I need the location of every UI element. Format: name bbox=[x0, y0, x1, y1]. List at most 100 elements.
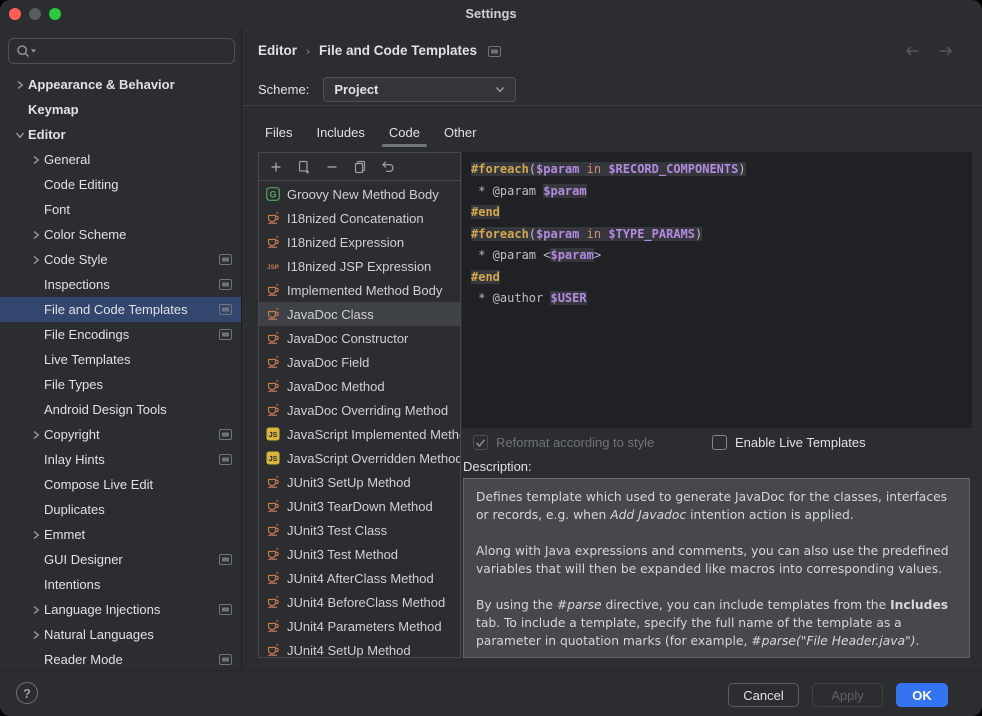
sidebar-item-inspections[interactable]: Inspections bbox=[0, 272, 241, 297]
add-template-button[interactable] bbox=[268, 159, 284, 175]
chevron-down-icon[interactable] bbox=[12, 131, 28, 139]
tab-other[interactable]: Other bbox=[444, 125, 477, 140]
chevron-right-icon[interactable] bbox=[28, 155, 44, 165]
chevron-right-icon[interactable] bbox=[28, 630, 44, 640]
sidebar-item-font[interactable]: Font bbox=[0, 197, 241, 222]
tab-files[interactable]: Files bbox=[265, 125, 292, 140]
template-item-label: JUnit4 Parameters Method bbox=[287, 619, 442, 634]
template-item-label: JUnit3 TearDown Method bbox=[287, 499, 433, 514]
search-input[interactable] bbox=[8, 38, 235, 64]
java-file-icon bbox=[266, 595, 280, 609]
sidebar-item-duplicates[interactable]: Duplicates bbox=[0, 497, 241, 522]
template-item-label: JUnit4 SetUp Method bbox=[287, 643, 411, 658]
tab-code[interactable]: Code bbox=[389, 125, 420, 140]
template-item-javadoc-class[interactable]: JavaDoc Class bbox=[259, 302, 460, 326]
help-button[interactable]: ? bbox=[16, 682, 38, 704]
settings-tree: Appearance & Behavior KeymapEditorGeneral… bbox=[0, 72, 241, 670]
template-item-i18nized-concatenation[interactable]: I18nized Concatenation bbox=[259, 206, 460, 230]
sidebar-item-file-encodings[interactable]: File Encodings bbox=[0, 322, 241, 347]
chevron-right-icon[interactable] bbox=[28, 605, 44, 615]
template-item-junit3-setup-method[interactable]: JUnit3 SetUp Method bbox=[259, 470, 460, 494]
sidebar-item-code-editing[interactable]: Code Editing bbox=[0, 172, 241, 197]
template-item-javadoc-method[interactable]: JavaDoc Method bbox=[259, 374, 460, 398]
chevron-right-icon[interactable] bbox=[12, 80, 28, 90]
description-paragraph: Along with Java expressions and comments… bbox=[476, 542, 957, 578]
settings-content: Editor › File and Code Templates Scheme:… bbox=[243, 28, 982, 670]
chevron-right-icon[interactable] bbox=[28, 255, 44, 265]
per-project-monitor-icon bbox=[219, 654, 232, 665]
template-item-junit4-afterclass-method[interactable]: JUnit4 AfterClass Method bbox=[259, 566, 460, 590]
template-item-junit3-test-method[interactable]: JUnit3 Test Method bbox=[259, 542, 460, 566]
sidebar-item-general[interactable]: General bbox=[0, 147, 241, 172]
tab-includes[interactable]: Includes bbox=[316, 125, 364, 140]
template-list-toolbar bbox=[259, 153, 460, 181]
sidebar-item-natural-languages[interactable]: Natural Languages bbox=[0, 622, 241, 647]
java-file-icon bbox=[266, 283, 280, 297]
window-title: Settings bbox=[0, 0, 982, 28]
chevron-right-icon[interactable] bbox=[28, 230, 44, 240]
sidebar-item-color-scheme[interactable]: Color Scheme bbox=[0, 222, 241, 247]
template-item-junit4-parameters-method[interactable]: JUnit4 Parameters Method bbox=[259, 614, 460, 638]
sidebar-item-editor[interactable]: Editor bbox=[0, 122, 241, 147]
duplicate-template-button[interactable] bbox=[352, 159, 368, 175]
scheme-dropdown[interactable]: Project bbox=[323, 77, 516, 102]
breadcrumb: Editor › File and Code Templates bbox=[258, 43, 501, 58]
zoom-window-button[interactable] bbox=[49, 8, 61, 20]
ok-button[interactable]: OK bbox=[896, 683, 948, 707]
sidebar-item-android-design-tools[interactable]: Android Design Tools bbox=[0, 397, 241, 422]
apply-button[interactable]: Apply bbox=[812, 683, 883, 707]
close-window-button[interactable] bbox=[9, 8, 21, 20]
template-item-junit3-test-class[interactable]: JUnit3 Test Class bbox=[259, 518, 460, 542]
template-item-i18nized-jsp-expression[interactable]: JSPI18nized JSP Expression bbox=[259, 254, 460, 278]
dialog-footer: ? Cancel Apply OK bbox=[0, 670, 982, 716]
template-item-groovy-new-method-body[interactable]: GGroovy New Method Body bbox=[259, 182, 460, 206]
sidebar-item-file-and-code-templates[interactable]: File and Code Templates bbox=[0, 297, 241, 322]
sidebar-item-gui-designer[interactable]: GUI Designer bbox=[0, 547, 241, 572]
sidebar-item-label: Copyright bbox=[44, 427, 100, 442]
sidebar-item-live-templates[interactable]: Live Templates bbox=[0, 347, 241, 372]
sidebar-item-copyright[interactable]: Copyright bbox=[0, 422, 241, 447]
template-item-javadoc-overriding-method[interactable]: JavaDoc Overriding Method bbox=[259, 398, 460, 422]
remove-template-button[interactable] bbox=[324, 159, 340, 175]
java-file-icon bbox=[266, 499, 280, 513]
template-item-implemented-method-body[interactable]: Implemented Method Body bbox=[259, 278, 460, 302]
create-child-template-button[interactable] bbox=[296, 159, 312, 175]
template-item-junit3-teardown-method[interactable]: JUnit3 TearDown Method bbox=[259, 494, 460, 518]
sidebar-item-intentions[interactable]: Intentions bbox=[0, 572, 241, 597]
template-item-label: JUnit3 SetUp Method bbox=[287, 475, 411, 490]
forward-arrow-icon[interactable] bbox=[937, 44, 954, 58]
sidebar-item-keymap[interactable]: Keymap bbox=[0, 97, 241, 122]
per-project-monitor-icon bbox=[219, 329, 232, 340]
template-item-javadoc-constructor[interactable]: JavaDoc Constructor bbox=[259, 326, 460, 350]
cancel-button[interactable]: Cancel bbox=[728, 683, 799, 707]
reset-template-button[interactable] bbox=[380, 159, 396, 175]
chevron-right-icon[interactable] bbox=[28, 430, 44, 440]
breadcrumb-editor[interactable]: Editor bbox=[258, 43, 297, 58]
template-code-editor[interactable]: #foreach($param in $RECORD_COMPONENTS) *… bbox=[462, 152, 972, 428]
chevron-right-icon[interactable] bbox=[28, 530, 44, 540]
sidebar-item-appearance-behavior[interactable]: Appearance & Behavior bbox=[0, 72, 241, 97]
template-item-javadoc-field[interactable]: JavaDoc Field bbox=[259, 350, 460, 374]
sidebar-item-emmet[interactable]: Emmet bbox=[0, 522, 241, 547]
template-item-label: I18nized Concatenation bbox=[287, 211, 424, 226]
sidebar-item-inlay-hints[interactable]: Inlay Hints bbox=[0, 447, 241, 472]
reformat-checkbox[interactable] bbox=[473, 435, 488, 450]
minimize-window-button[interactable] bbox=[29, 8, 41, 20]
sidebar-item-label: Appearance & Behavior bbox=[28, 77, 175, 92]
live-templates-checkbox-row: Enable Live Templates bbox=[712, 435, 866, 450]
sidebar-item-reader-mode[interactable]: Reader Mode bbox=[0, 647, 241, 670]
sidebar-item-language-injections[interactable]: Language Injections bbox=[0, 597, 241, 622]
sidebar-item-compose-live-edit[interactable]: Compose Live Edit bbox=[0, 472, 241, 497]
per-project-monitor-icon bbox=[488, 46, 501, 57]
sidebar-item-file-types[interactable]: File Types bbox=[0, 372, 241, 397]
template-item-javascript-implemented-method[interactable]: JSJavaScript Implemented Method bbox=[259, 422, 460, 446]
template-item-junit4-beforeclass-method[interactable]: JUnit4 BeforeClass Method bbox=[259, 590, 460, 614]
sidebar-item-code-style[interactable]: Code Style bbox=[0, 247, 241, 272]
template-item-javascript-overridden-method[interactable]: JSJavaScript Overridden Method bbox=[259, 446, 460, 470]
sidebar-item-label: Color Scheme bbox=[44, 227, 126, 242]
code-line: #end bbox=[471, 202, 963, 224]
back-arrow-icon[interactable] bbox=[904, 44, 921, 58]
enable-live-templates-checkbox[interactable] bbox=[712, 435, 727, 450]
template-item-junit4-setup-method[interactable]: JUnit4 SetUp Method bbox=[259, 638, 460, 657]
template-item-i18nized-expression[interactable]: I18nized Expression bbox=[259, 230, 460, 254]
